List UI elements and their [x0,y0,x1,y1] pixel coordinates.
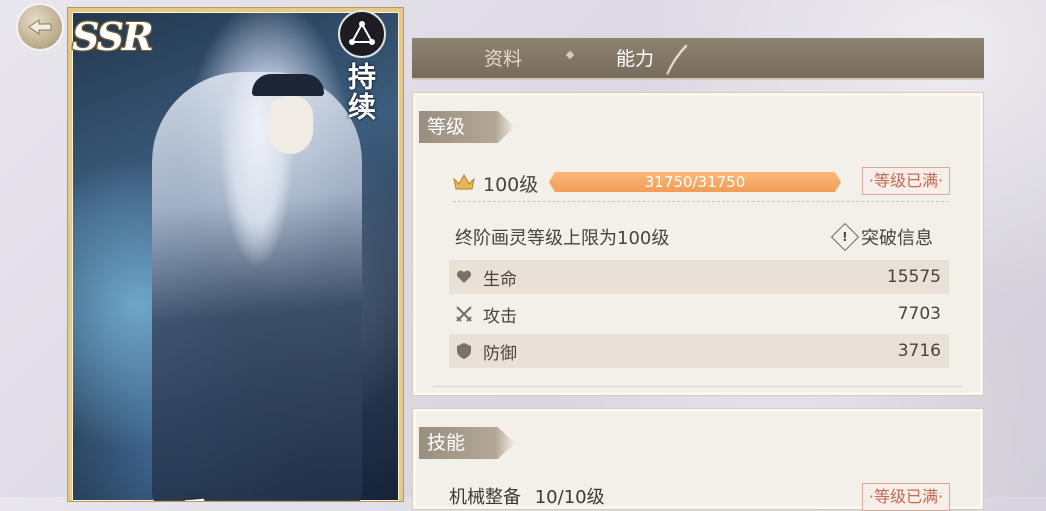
exp-progress-text: 31750/31750 [644,173,746,191]
heart-icon [455,268,473,286]
level-cap-text: 终阶画灵等级上限为100级 [455,228,670,249]
level-value: 100级 [483,174,539,196]
skill-name[interactable]: 机械整备 10/10级 [449,483,605,509]
skill-section-title: 技能 [419,427,515,459]
shield-icon [455,342,473,360]
level-max-badge: ·等级已满· [862,167,950,195]
card-status-label: 持续 [344,62,377,122]
skill-panel: 技能 机械整备 10/10级 ·等级已满· [412,408,984,511]
skill-name-text: 机械整备 [449,487,521,508]
stat-row-defense: 防御 3716 [449,334,949,368]
panel-bottom-border [433,386,963,387]
tab-bar: 资料 能力 [412,38,984,80]
stat-label: 防御 [483,343,517,364]
skill-max-badge: ·等级已满· [862,483,950,511]
stat-value: 3716 [897,341,941,361]
exp-progress-bar: 31750/31750 [549,172,841,192]
skill-level-text: 10/10级 [534,487,605,508]
character-face [267,96,313,154]
stat-value: 15575 [886,267,941,287]
tab-ability[interactable]: 能力 [616,38,654,78]
level-panel: 等级 100级 31750/31750 ·等级已满· 终阶画灵等级上限为100级… [412,92,984,396]
exclamation-icon: ! [830,222,860,252]
swords-icon [455,305,473,323]
stat-label: 生命 [483,269,517,290]
breakthrough-info-label: 突破信息 [861,228,933,249]
stat-value: 7703 [897,304,941,324]
stat-label: 攻击 [483,306,517,327]
tab-separator [565,50,575,60]
divider [453,201,949,202]
crown-icon [453,173,475,190]
quill-icon [665,43,689,76]
level-section-title: 等级 [419,111,515,143]
stat-row-attack: 攻击 7703 [449,297,949,331]
character-hat [252,74,324,96]
triangle-icon [349,21,375,45]
breakthrough-info-button[interactable]: ! 突破信息 [830,222,933,252]
tab-profile[interactable]: 资料 [484,38,522,78]
element-icon[interactable] [338,10,386,58]
back-button[interactable] [18,5,62,49]
character-figure [152,72,362,501]
back-arrow-icon [28,19,52,35]
rarity-badge: SSR [72,14,154,59]
stat-row-hp: 生命 15575 [449,260,949,294]
